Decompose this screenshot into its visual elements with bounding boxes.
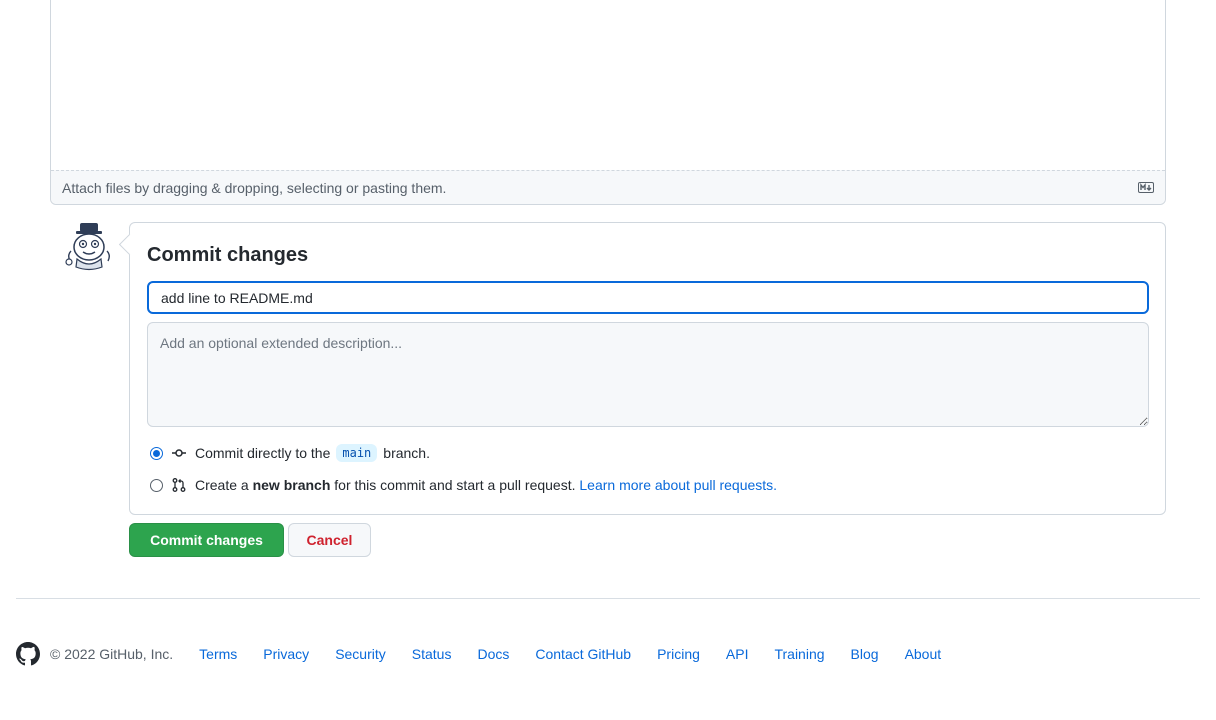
footer-link-terms[interactable]: Terms [199, 646, 237, 662]
user-avatar[interactable] [63, 221, 115, 273]
learn-more-pull-requests-link[interactable]: Learn more about pull requests. [579, 477, 777, 493]
attach-files-bar[interactable]: Attach files by dragging & dropping, sel… [51, 170, 1165, 204]
branch-name-chip: main [336, 444, 378, 462]
footer-link-pricing[interactable]: Pricing [657, 646, 700, 662]
commit-description-textarea[interactable] [147, 322, 1149, 427]
footer-link-training[interactable]: Training [774, 646, 824, 662]
github-logo-icon[interactable] [16, 642, 40, 666]
footer-link-docs[interactable]: Docs [477, 646, 509, 662]
comment-editor[interactable]: Attach files by dragging & dropping, sel… [50, 0, 1166, 205]
commit-directly-prefix: Commit directly to the [195, 445, 331, 461]
new-branch-prefix: Create a [195, 477, 249, 493]
commit-directly-option[interactable]: Commit directly to the main branch. [150, 444, 430, 462]
git-commit-icon [172, 449, 186, 457]
footer-link-security[interactable]: Security [335, 646, 386, 662]
footer-copyright: © 2022 GitHub, Inc. [50, 646, 174, 662]
footer-link-blog[interactable]: Blog [851, 646, 879, 662]
footer-link-privacy[interactable]: Privacy [263, 646, 309, 662]
cancel-button[interactable]: Cancel [288, 523, 371, 557]
footer-link-contact-github[interactable]: Contact GitHub [535, 646, 631, 662]
markdown-icon[interactable] [1138, 182, 1154, 193]
commit-summary-input[interactable] [147, 281, 1149, 314]
commit-directly-radio[interactable] [150, 446, 163, 460]
new-branch-bold: new branch [252, 477, 331, 493]
footer-link-status[interactable]: Status [412, 646, 452, 662]
new-branch-option[interactable]: Create a new branch for this commit and … [150, 477, 777, 493]
footer-divider [16, 598, 1200, 599]
new-branch-radio[interactable] [150, 478, 163, 492]
footer-link-api[interactable]: API [726, 646, 749, 662]
git-pull-request-icon [172, 478, 186, 492]
attach-files-hint: Attach files by dragging & dropping, sel… [62, 179, 447, 196]
commit-title: Commit changes [147, 244, 309, 266]
commit-form: Commit changes Commit directly to the ma… [129, 222, 1166, 515]
commit-changes-button[interactable]: Commit changes [129, 523, 284, 557]
site-footer: © 2022 GitHub, Inc. Terms Privacy Securi… [16, 642, 967, 666]
footer-link-about[interactable]: About [905, 646, 942, 662]
new-branch-suffix: for this commit and start a pull request… [334, 477, 576, 493]
commit-directly-suffix: branch. [383, 445, 430, 461]
